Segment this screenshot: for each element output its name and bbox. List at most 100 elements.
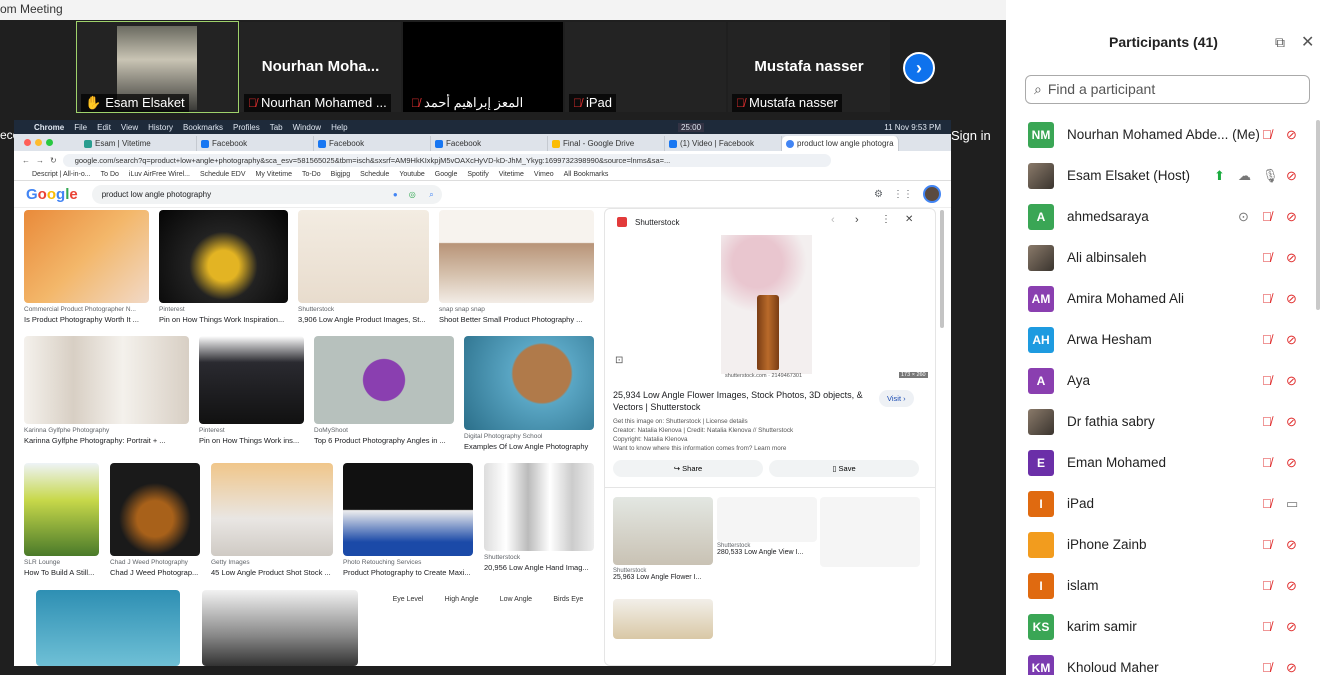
video-off-icon[interactable]: ⊘	[1286, 578, 1297, 594]
mic-muted-icon[interactable]: 🎙̸	[1262, 619, 1272, 634]
video-tile-esam[interactable]: ✋ Esam Elsaket	[76, 21, 239, 113]
video-off-icon[interactable]: ⊘	[1286, 209, 1297, 225]
mic-icon[interactable]: ●	[393, 185, 398, 204]
mic-muted-icon[interactable]: 🎙̸	[1262, 373, 1272, 388]
image-result[interactable]: Eye Level High Angle Low Angle Birds Eye	[382, 590, 594, 603]
participant-row[interactable]: AH Arwa Hesham 🎙̸ ⊘	[1006, 319, 1316, 360]
mic-muted-icon[interactable]: 🎙̸	[1262, 209, 1272, 224]
video-off-icon[interactable]: ⊘	[1286, 250, 1297, 266]
image-result[interactable]: Photo Retouching Services Product Photogr…	[343, 463, 473, 577]
back-icon[interactable]: ←	[22, 156, 30, 165]
next-icon[interactable]: ›	[855, 214, 859, 226]
bookmark[interactable]: Bigjpg	[331, 171, 350, 178]
search-icon[interactable]: ⌕	[429, 185, 433, 204]
participant-search-input[interactable]: ⌕ Find a participant	[1025, 75, 1310, 104]
image-result[interactable]: snap snap snap Shoot Better Small Product…	[439, 210, 594, 324]
bookmark[interactable]: iLuv AirFree Wirel...	[129, 171, 190, 178]
save-button[interactable]: ▯ Save	[769, 460, 919, 477]
mic-muted-icon[interactable]: 🎙̸	[1262, 250, 1272, 265]
image-result[interactable]: Pinterest Pin on How Things Work Inspirat…	[159, 210, 288, 324]
reload-icon[interactable]: ↻	[50, 156, 57, 165]
related-image[interactable]: Shutterstock 280,533 Low Angle View I...	[717, 543, 817, 556]
browser-tab[interactable]: Final - Google Drive	[548, 136, 665, 151]
more-icon[interactable]: ⋮	[881, 214, 891, 225]
participant-scrollbar[interactable]	[1316, 120, 1320, 310]
bookmark[interactable]: Spotify	[467, 171, 488, 178]
bookmark[interactable]: Schedule	[360, 171, 389, 178]
bookmark[interactable]: To Do	[101, 171, 119, 178]
mic-muted-icon[interactable]: 🎙̸	[1262, 332, 1272, 347]
video-off-icon[interactable]: ⊘	[1286, 455, 1297, 471]
participant-row[interactable]: Esam Elsaket (Host) 🎙 ⊘ ⬆ ☁	[1006, 155, 1316, 196]
forward-icon[interactable]: →	[36, 156, 44, 165]
browser-tab[interactable]: Facebook	[314, 136, 431, 151]
participant-row[interactable]: Aahmedsaraya 🎙̸ ⊘ ⊙	[1006, 196, 1316, 237]
image-result[interactable]: DoMyShoot Top 6 Product Photography Angle…	[314, 336, 454, 445]
image-result[interactable]: SLR Lounge How To Build A Still...	[24, 463, 99, 577]
bookmark[interactable]: Schedule EDV	[200, 171, 246, 178]
mic-icon[interactable]: 🎙	[1262, 168, 1279, 184]
bookmark[interactable]: To-Do	[302, 171, 321, 178]
browser-tab[interactable]: Facebook	[431, 136, 548, 151]
image-result[interactable]: Pinterest Pin on How Things Work ins...	[199, 336, 304, 445]
participant-row[interactable]: KM Kholoud Maher 🎙̸ ⊘	[1006, 647, 1316, 675]
image-result[interactable]: Karinna Gylfphe Photography Karinna Gylfp…	[24, 336, 189, 445]
video-off-icon[interactable]: ⊘	[1286, 127, 1297, 143]
image-result[interactable]: Chad J Weed Photography Chad J Weed Photo…	[110, 463, 200, 577]
participant-row[interactable]: NM Nourhan Mohamed Abde... (Me) 🎙̸ ⊘	[1006, 114, 1316, 155]
video-off-icon[interactable]: ⊘	[1286, 291, 1297, 307]
settings-icon[interactable]: ⚙	[874, 189, 883, 200]
google-search-box[interactable]: product low angle photography ● ◎ ⌕	[91, 184, 442, 204]
participant-row[interactable]: Dr fathia sabry 🎙̸ ⊘	[1006, 401, 1316, 442]
image-result[interactable]: Shutterstock 3,906 Low Angle Product Imag…	[298, 210, 429, 324]
bookmark[interactable]: Youtube	[399, 171, 424, 178]
video-icon[interactable]: ▭	[1286, 496, 1298, 512]
browser-tab-active[interactable]: product low angle photogra	[782, 136, 899, 151]
video-tile-moez[interactable]: 🎙̸ المعز إبراهيم أحمد	[403, 22, 563, 112]
popout-icon[interactable]: ⧉	[1275, 34, 1285, 51]
google-logo[interactable]: Google	[26, 186, 78, 203]
mic-muted-icon[interactable]: 🎙̸	[1262, 537, 1272, 552]
mic-muted-icon[interactable]: 🎙̸	[1262, 660, 1272, 675]
prev-icon[interactable]: ‹	[831, 214, 835, 226]
account-avatar[interactable]	[923, 185, 941, 203]
browser-tab[interactable]: (1) Video | Facebook	[665, 136, 782, 151]
preview-title[interactable]: 25,934 Low Angle Flower Images, Stock Ph…	[613, 389, 868, 413]
lens-icon[interactable]: ◎	[409, 185, 416, 204]
mic-muted-icon[interactable]: 🎙̸	[1262, 578, 1272, 593]
image-result[interactable]: Commercial Product Photographer N... Is P…	[24, 210, 149, 324]
mic-muted-icon[interactable]: 🎙̸	[1262, 127, 1272, 142]
participant-row[interactable]: Iislam 🎙̸ ⊘	[1006, 565, 1316, 606]
bookmark[interactable]: My Vitetime	[256, 171, 292, 178]
browser-tab[interactable]: Facebook	[197, 136, 314, 151]
close-icon[interactable]: ✕	[905, 214, 913, 225]
related-image[interactable]	[613, 599, 713, 639]
participant-row[interactable]: iPhone Zainb 🎙̸ ⊘	[1006, 524, 1316, 565]
video-off-icon[interactable]: ⊘	[1286, 619, 1297, 635]
video-off-icon[interactable]: ⊘	[1286, 660, 1297, 675]
mic-muted-icon[interactable]: 🎙̸	[1262, 414, 1272, 429]
video-tile-ipad[interactable]: 🎙̸ iPad	[565, 22, 726, 112]
participant-row[interactable]: AM Amira Mohamed Ali 🎙̸ ⊘	[1006, 278, 1316, 319]
bookmark[interactable]: Google	[435, 171, 458, 178]
apps-grid-icon[interactable]: ⋮⋮	[893, 189, 913, 200]
close-panel-icon[interactable]: ✕	[1301, 32, 1314, 52]
video-off-icon[interactable]: ⊘	[1286, 332, 1297, 348]
video-off-icon[interactable]: ⊘	[1286, 414, 1297, 430]
video-off-icon[interactable]: ⊘	[1286, 168, 1297, 184]
image-result[interactable]: Getty Images 45 Low Angle Product Shot St…	[211, 463, 333, 577]
image-result[interactable]: Shutterstock 20,956 Low Angle Hand Imag..…	[484, 463, 594, 572]
bookmark[interactable]: Descript | All-in-o...	[32, 171, 91, 178]
participant-row[interactable]: IiPad 🎙̸ ▭	[1006, 483, 1316, 524]
participant-row[interactable]: A Aya 🎙̸ ⊘	[1006, 360, 1316, 401]
all-bookmarks[interactable]: All Bookmarks	[564, 171, 609, 178]
video-off-icon[interactable]: ⊘	[1286, 373, 1297, 389]
share-button[interactable]: ↪ Share	[613, 460, 763, 477]
next-page-button[interactable]: ›	[903, 52, 935, 84]
preview-image[interactable]	[721, 235, 812, 374]
lens-search-icon[interactable]: ⊡	[615, 355, 623, 366]
image-result[interactable]	[202, 590, 358, 666]
video-tile-nourhan[interactable]: Nourhan Moha... 🎙̸ Nourhan Mohamed ...	[240, 22, 401, 112]
bookmark[interactable]: Vitetime	[499, 171, 524, 178]
related-image[interactable]: Shutterstock 25,963 Low Angle Flower I..…	[613, 497, 713, 581]
